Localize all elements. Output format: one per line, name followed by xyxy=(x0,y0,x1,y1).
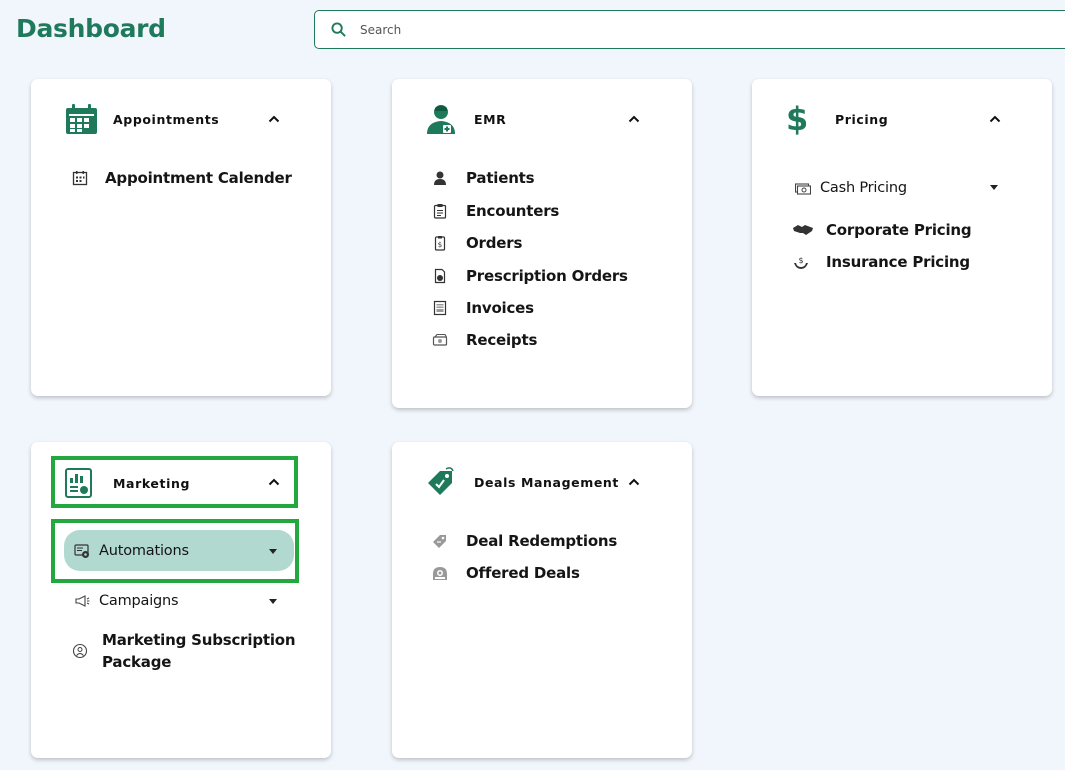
clipboard-icon xyxy=(433,204,447,219)
insurance-icon: $ xyxy=(794,256,808,269)
subscription-label-line2: Package xyxy=(102,653,172,671)
deal-tag-icon xyxy=(428,467,454,495)
menu-item-label: Corporate Pricing xyxy=(826,221,972,239)
appointments-title: Appointments xyxy=(113,111,220,127)
menu-item-label: Automations xyxy=(99,543,189,559)
menu-item-label: Prescription Orders xyxy=(466,267,628,285)
pricing-title: Pricing xyxy=(835,111,889,127)
dollar-icon: $ xyxy=(786,100,809,138)
menu-item-marketing-subscription-package[interactable]: Marketing Subscription Package xyxy=(72,628,296,674)
svg-text:$: $ xyxy=(438,241,442,249)
page-title: Dashboard xyxy=(16,14,166,43)
menu-item-label: Marketing Subscription Package xyxy=(102,629,296,673)
menu-item-cash-pricing[interactable]: Cash Pricing xyxy=(795,177,907,199)
calendar-icon xyxy=(66,104,97,134)
chevron-up-icon[interactable] xyxy=(628,115,640,123)
menu-item-corporate-pricing[interactable]: Corporate Pricing xyxy=(793,219,972,241)
marketing-title: Marketing xyxy=(113,475,191,491)
menu-item-label: Appointment Calender xyxy=(105,169,292,187)
deals-management-title: Deals Management xyxy=(474,474,619,490)
search-input[interactable] xyxy=(360,22,960,37)
menu-item-encounters[interactable]: Encounters xyxy=(432,200,559,222)
menu-item-patients[interactable]: Patients xyxy=(432,167,535,189)
menu-item-label: Patients xyxy=(466,169,535,187)
megaphone-icon xyxy=(75,595,90,607)
calendar-icon xyxy=(72,171,88,186)
chevron-up-icon[interactable] xyxy=(268,478,280,486)
marketing-card: Marketing Automations Campaigns Marketin… xyxy=(31,442,331,758)
menu-item-insurance-pricing[interactable]: $ Insurance Pricing xyxy=(793,251,970,273)
svg-text:$: $ xyxy=(798,256,803,265)
menu-item-invoices[interactable]: Invoices xyxy=(432,297,534,319)
pricing-card: $ Pricing Cash Pricing Corporate Pricing… xyxy=(752,79,1052,396)
menu-item-campaigns[interactable]: Campaigns xyxy=(74,590,179,612)
emr-title: EMR xyxy=(474,111,507,127)
deals-management-card: Deals Management Deal Redemptions Offere… xyxy=(392,442,692,758)
doctor-icon xyxy=(427,105,455,134)
automation-icon xyxy=(74,544,89,558)
menu-item-appointment-calender[interactable]: Appointment Calender xyxy=(72,167,292,189)
menu-item-label: Encounters xyxy=(466,202,560,220)
menu-item-label: Orders xyxy=(466,234,523,252)
subscription-label-line1: Marketing Subscription xyxy=(102,631,296,649)
marketing-report-icon xyxy=(65,468,92,498)
caret-down-icon[interactable] xyxy=(990,185,998,190)
menu-item-label: Offered Deals xyxy=(466,564,580,582)
menu-item-label: Cash Pricing xyxy=(820,180,907,196)
deal-icon xyxy=(433,567,447,580)
menu-item-offered-deals[interactable]: Offered Deals xyxy=(432,562,580,584)
menu-item-orders[interactable]: $ Orders xyxy=(432,232,522,254)
handshake-icon xyxy=(793,225,813,235)
order-icon: $ xyxy=(434,236,446,251)
chevron-up-icon[interactable] xyxy=(268,115,280,123)
caret-down-icon[interactable] xyxy=(269,549,277,554)
menu-item-label: Receipts xyxy=(466,331,538,349)
prescription-icon xyxy=(434,268,446,284)
menu-item-label: Insurance Pricing xyxy=(826,253,970,271)
menu-item-receipts[interactable]: Receipts xyxy=(432,329,537,351)
menu-item-label: Invoices xyxy=(466,299,534,317)
subscription-icon xyxy=(72,643,88,659)
menu-item-automations[interactable]: Automations xyxy=(74,540,189,562)
invoice-icon xyxy=(433,300,447,316)
search-bar[interactable] xyxy=(314,10,1065,49)
patient-icon xyxy=(434,171,446,185)
search-icon xyxy=(331,22,346,37)
menu-item-label: Deal Redemptions xyxy=(466,532,618,550)
emr-card: EMR Patients Encounters $ Orders Prescri… xyxy=(392,79,692,408)
caret-down-icon[interactable] xyxy=(269,599,277,604)
chevron-up-icon[interactable] xyxy=(989,115,1001,123)
menu-item-deal-redemptions[interactable]: Deal Redemptions xyxy=(432,530,617,552)
menu-item-prescription-orders[interactable]: Prescription Orders xyxy=(432,265,628,287)
tag-icon xyxy=(433,535,446,548)
chevron-up-icon[interactable] xyxy=(628,478,640,486)
menu-item-label: Campaigns xyxy=(99,593,179,609)
receipt-icon xyxy=(432,333,448,346)
appointments-card: Appointments Appointment Calender xyxy=(31,79,331,396)
cash-icon xyxy=(795,183,811,195)
